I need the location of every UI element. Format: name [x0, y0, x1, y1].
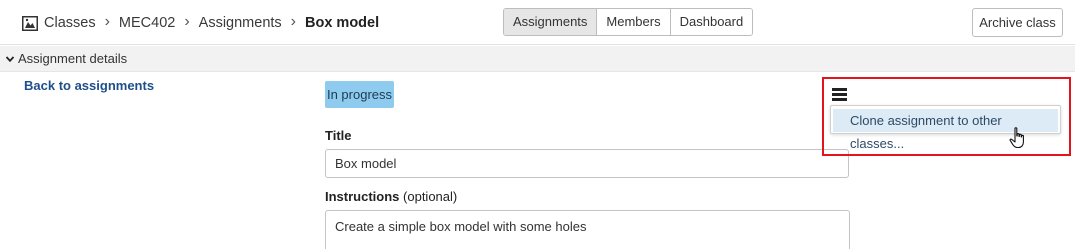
section-label: Assignment details	[18, 51, 128, 66]
hamburger-menu-icon[interactable]	[832, 88, 847, 101]
back-to-assignments-link[interactable]: Back to assignments	[24, 78, 154, 93]
hand-cursor-icon	[1009, 127, 1024, 149]
instructions-textarea[interactable]: Create a simple box model with some hole…	[325, 210, 850, 249]
breadcrumb-classes[interactable]: Classes	[44, 15, 96, 31]
breadcrumb: Classes › MEC402 › Assignments › Box mod…	[22, 12, 379, 34]
title-label: Title	[325, 128, 352, 143]
title-input[interactable]	[325, 149, 849, 178]
archive-class-button[interactable]: Archive class	[972, 8, 1063, 37]
view-tabs: Assignments Members Dashboard	[503, 8, 754, 36]
breadcrumb-course[interactable]: MEC402	[119, 15, 175, 31]
breadcrumb-assignments[interactable]: Assignments	[199, 15, 282, 31]
optional-hint: (optional)	[403, 189, 458, 204]
tab-assignments[interactable]: Assignments	[504, 9, 597, 35]
assignment-details-header[interactable]: Assignment details	[0, 46, 1075, 72]
classes-icon[interactable]	[22, 15, 38, 31]
tab-dashboard[interactable]: Dashboard	[669, 9, 753, 35]
chevron-down-icon	[5, 55, 15, 62]
instructions-label: Instructions (optional)	[325, 189, 457, 204]
instructions-label-text: Instructions	[325, 189, 400, 204]
top-bar: Classes › MEC402 › Assignments › Box mod…	[0, 0, 1075, 45]
tab-members[interactable]: Members	[596, 9, 670, 35]
chevron-right-icon: ›	[184, 13, 190, 30]
chevron-right-icon: ›	[290, 13, 296, 30]
status-badge: In progress	[325, 81, 394, 108]
breadcrumb-current: Box model	[305, 15, 380, 31]
chevron-right-icon: ›	[104, 13, 110, 30]
